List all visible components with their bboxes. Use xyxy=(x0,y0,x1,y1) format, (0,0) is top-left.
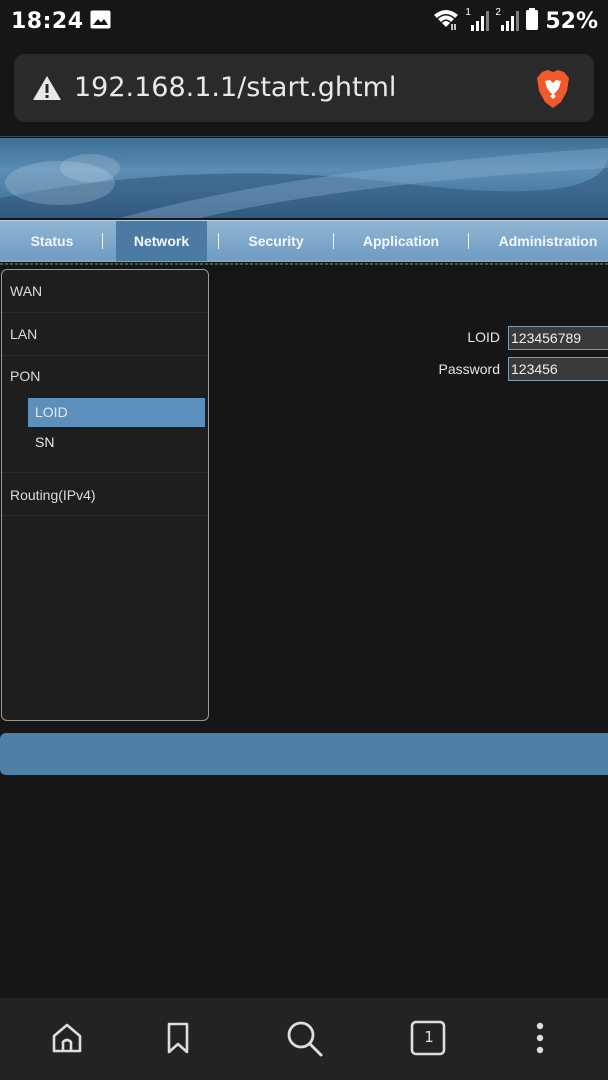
brave-lion-icon[interactable] xyxy=(534,69,572,114)
browser-bottom-toolbar: 1 xyxy=(0,998,608,1080)
signal-sim1-icon: 1 xyxy=(465,7,490,33)
sidebar-item-lan[interactable]: LAN xyxy=(2,313,208,356)
url-text[interactable]: 192.168.1.1/start.ghtml xyxy=(74,72,396,103)
battery-percent: 52% xyxy=(545,8,598,34)
bookmark-icon[interactable] xyxy=(156,1016,200,1060)
sim1-label: 1 xyxy=(465,7,471,18)
wifi-icon xyxy=(433,7,459,36)
tab-count: 1 xyxy=(424,1028,434,1046)
sidebar-item-routing[interactable]: Routing(IPv4) xyxy=(2,472,208,516)
loid-input[interactable] xyxy=(508,326,608,350)
nav-separator xyxy=(468,233,469,249)
side-menu: WAN LAN PON LOID SN Routing(IPv4) xyxy=(1,269,209,721)
banner-swoosh-graphic xyxy=(0,148,608,218)
tab-network[interactable]: Network xyxy=(116,221,207,261)
password-input[interactable] xyxy=(508,357,608,381)
main-nav-bar: Status Network Security Application Admi… xyxy=(0,220,608,262)
tab-application[interactable]: Application xyxy=(346,221,456,261)
status-bar: 18:24 1 2 52% xyxy=(0,0,608,44)
sidebar-item-pon[interactable]: PON xyxy=(2,356,208,396)
tab-administration[interactable]: Administration xyxy=(490,221,606,261)
sidebar-subitem-sn[interactable]: SN xyxy=(28,428,205,457)
tab-status[interactable]: Status xyxy=(6,221,98,261)
sim2-label: 2 xyxy=(495,7,501,18)
more-vertical-icon[interactable] xyxy=(518,1016,562,1060)
nav-separator xyxy=(102,233,103,249)
home-icon[interactable] xyxy=(45,1016,89,1060)
loid-label: LOID xyxy=(467,329,500,345)
nav-separator xyxy=(333,233,334,249)
url-bar[interactable]: 192.168.1.1/start.ghtml xyxy=(14,54,594,122)
page-top-divider xyxy=(0,136,608,137)
sidebar-item-wan[interactable]: WAN xyxy=(2,270,208,313)
footer-bar xyxy=(0,733,608,775)
battery-icon xyxy=(525,7,539,36)
warning-triangle-icon[interactable] xyxy=(32,75,62,106)
router-header-banner xyxy=(0,138,608,218)
signal-sim2-icon: 2 xyxy=(495,7,520,33)
status-icons: 1 2 52% xyxy=(433,6,598,36)
sidebar-subitem-loid[interactable]: LOID xyxy=(28,398,205,427)
search-icon[interactable] xyxy=(282,1016,326,1060)
tabs-button[interactable]: 1 xyxy=(406,1016,450,1060)
nav-underline xyxy=(0,263,608,265)
tab-security[interactable]: Security xyxy=(228,221,324,261)
password-label: Password xyxy=(438,361,500,377)
status-time: 18:24 xyxy=(11,9,84,34)
nav-separator xyxy=(218,233,219,249)
gallery-notification-icon xyxy=(90,10,111,29)
